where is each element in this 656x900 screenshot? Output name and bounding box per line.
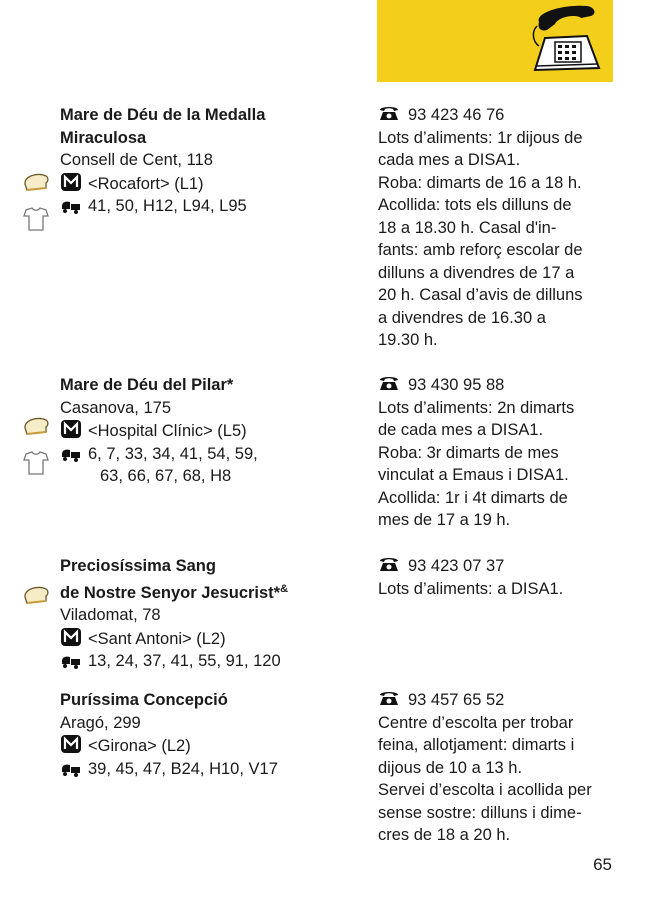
- bus-icon: [62, 201, 80, 214]
- phone-icon: [380, 558, 398, 571]
- entry-address: Casanova, 175: [60, 398, 171, 417]
- metro-icon: [61, 172, 81, 191]
- bread-icon: [24, 586, 49, 604]
- phone-icon: [380, 377, 398, 390]
- entry-name-line: Miraculosa: [60, 128, 147, 147]
- entry-detail-line: Acollida: 1r i 4t dimarts de: [378, 488, 568, 507]
- entry-detail-line: 20 h. Casal d’avis de dilluns: [378, 286, 583, 304]
- entry-detail-line: Lots d’aliments: 2n dimarts: [378, 398, 575, 417]
- entry-address: Aragó, 299: [60, 713, 141, 732]
- entry-detail-line: Acollida: tots els dilluns de: [378, 196, 572, 214]
- entry-detail-line: Lots d’aliments: 1r dijous de: [378, 128, 583, 147]
- entry-name-line: de Nostre Senyor Jesucrist*: [60, 583, 281, 602]
- entry-detail-line: dijous de 10 a 13 h.: [378, 758, 523, 777]
- entry-detail-line: Servei d’escolta i acollida per: [378, 781, 592, 799]
- entry-name-line: Mare de Déu de la Medalla: [60, 106, 266, 124]
- entry-name-suffix: &: [280, 582, 289, 595]
- tshirt-icon: [23, 451, 49, 475]
- entry-detail-line: 18 a 18.30 h. Casal d'in-: [378, 218, 557, 237]
- metro-icon: [61, 627, 81, 646]
- entry-detail-line: vinculat a Emaus i DISA1.: [378, 466, 569, 484]
- entry-detail-line: dilluns a divendres de 17 a: [378, 263, 575, 282]
- entry-bus: 39, 45, 47, B24, H10, V17: [88, 759, 278, 778]
- entry-phone: 93 457 65 52: [408, 691, 505, 709]
- entry-detail-line: de cada mes a DISA1.: [378, 421, 544, 439]
- entry-detail-line: fants: amb reforç escolar de: [378, 241, 583, 259]
- entry-detail-line: mes de 17 a 19 h.: [378, 511, 511, 529]
- metro-icon: [61, 420, 81, 438]
- header-yellow-box: [377, 0, 613, 82]
- entry-address: Viladomat, 78: [60, 606, 161, 624]
- entry-detail-line: a divendres de 16.30 a: [378, 308, 546, 327]
- metro-icon: [61, 735, 81, 753]
- page-number: 65: [593, 855, 612, 874]
- telephone-fax-icon: [532, 5, 601, 72]
- entry-metro: <Hospital Clínic> (L5): [88, 422, 247, 440]
- entry-detail-line: Roba: dimarts de 16 a 18 h.: [378, 173, 582, 192]
- entry-name-line: Mare de Déu del Pilar*: [60, 376, 234, 394]
- entry-detail-line: cada mes a DISA1.: [378, 151, 521, 169]
- entry-name-line: Preciosíssima Sang: [60, 557, 216, 575]
- entry-detail-line: 19.30 h.: [378, 331, 438, 349]
- entry-bus: 13, 24, 37, 41, 55, 91, 120: [88, 652, 281, 670]
- bus-icon: [62, 764, 80, 777]
- entry-detail-line: Centre d’escolta per trobar: [378, 713, 574, 732]
- entry-detail-line: feina, allotjament: dimarts i: [378, 736, 575, 754]
- entry-bus: 41, 50, H12, L94, L95: [88, 197, 247, 215]
- phone-icon: [380, 692, 398, 705]
- entry-address: Consell de Cent, 118: [60, 151, 213, 169]
- bus-icon: [62, 449, 80, 462]
- entry-detail-line: Lots d’aliments: a DISA1.: [378, 579, 564, 598]
- entry-phone: 93 423 46 76: [408, 106, 505, 124]
- tshirt-icon: [23, 207, 49, 231]
- entry-metro: <Sant Antoni> (L2): [88, 629, 226, 648]
- entry-phone: 93 423 07 37: [408, 557, 505, 575]
- entry-phone: 93 430 95 88: [408, 376, 505, 394]
- entry-detail-line: sense sostre: dilluns i dime-: [378, 803, 582, 822]
- bread-icon: [24, 173, 49, 191]
- entry-bus: 6, 7, 33, 34, 41, 54, 59,: [88, 444, 258, 463]
- entry-name-line: Puríssima Concepció: [60, 691, 228, 709]
- bus-icon: [62, 656, 80, 669]
- phone-icon: [380, 107, 398, 120]
- entry-detail-line: cres de 18 a 20 h.: [378, 826, 511, 844]
- entry-detail-line: Roba: 3r dimarts de mes: [378, 443, 559, 462]
- entry-metro: <Girona> (L2): [88, 737, 191, 755]
- entry-bus: 63, 66, 67, 68, H8: [100, 467, 232, 485]
- entry-metro: <Rocafort> (L1): [88, 174, 204, 193]
- bread-icon: [24, 417, 49, 435]
